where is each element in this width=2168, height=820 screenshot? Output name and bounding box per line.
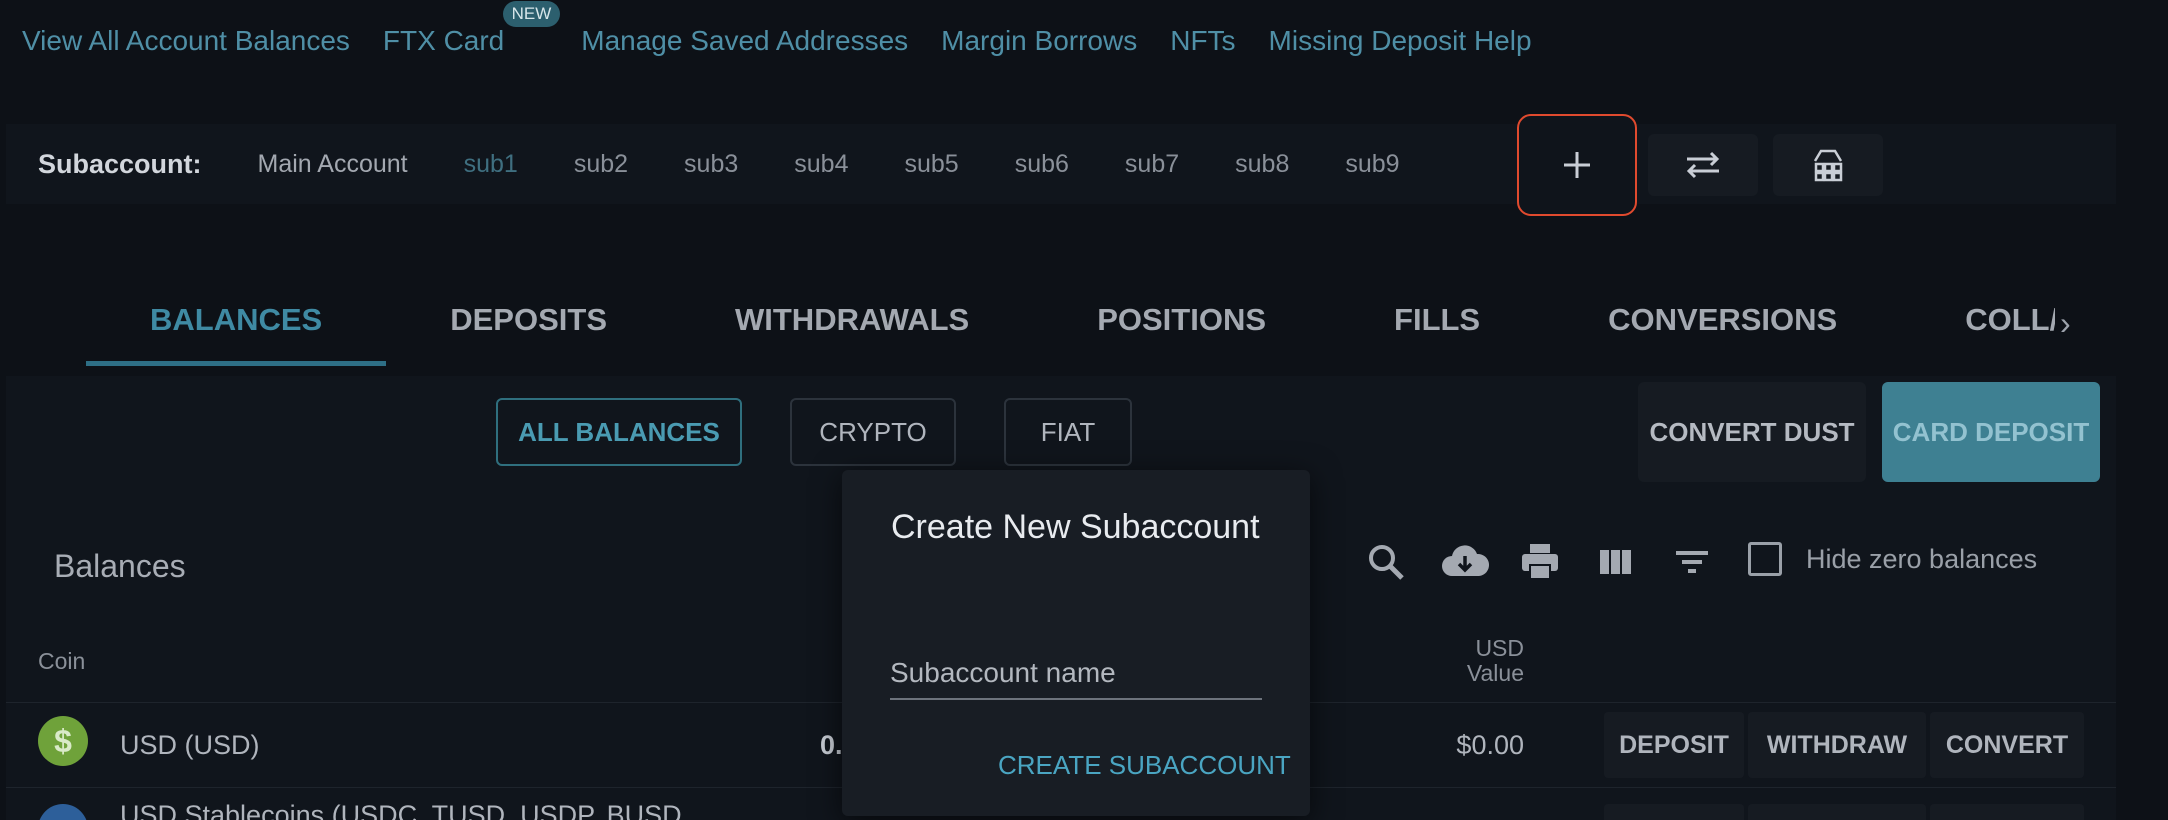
withdraw-button[interactable]: WITHDRAW xyxy=(1748,712,1926,778)
deposit-button[interactable] xyxy=(1604,804,1744,820)
subaccount-sub1[interactable]: sub1 xyxy=(464,150,518,179)
deposit-button[interactable]: DEPOSIT xyxy=(1604,712,1744,778)
swap-arrows-icon xyxy=(1686,151,1720,179)
filter-fiat[interactable]: FIAT xyxy=(1004,398,1132,466)
print-icon[interactable] xyxy=(1518,540,1562,584)
tab-deposits[interactable]: DEPOSITS xyxy=(450,290,607,366)
transfer-button[interactable] xyxy=(1648,134,1758,196)
subaccount-sub3[interactable]: sub3 xyxy=(684,150,738,179)
subaccount-sub5[interactable]: sub5 xyxy=(904,150,958,179)
chevron-right-icon[interactable]: › xyxy=(2060,305,2071,342)
search-icon[interactable] xyxy=(1364,540,1408,584)
tab-bar: BALANCES DEPOSITS WITHDRAWALS POSITIONS … xyxy=(86,290,2075,366)
tab-positions[interactable]: POSITIONS xyxy=(1097,290,1266,366)
coin-name: USD Stablecoins (USDC, TUSD, USDP, BUSD xyxy=(120,800,682,820)
balances-title: Balances xyxy=(54,548,186,584)
new-badge: NEW xyxy=(502,1,561,27)
subaccount-name-input[interactable] xyxy=(890,648,1262,700)
link-ftx-card-label: FTX Card xyxy=(382,25,505,56)
dollar-coin-icon: $ xyxy=(38,716,88,766)
column-coin[interactable]: Coin xyxy=(38,648,85,675)
subaccount-sub9[interactable]: sub9 xyxy=(1345,150,1399,179)
filter-all-balances[interactable]: ALL BALANCES xyxy=(496,398,742,466)
filter-icon[interactable] xyxy=(1670,540,1714,584)
tab-balances[interactable]: BALANCES xyxy=(86,290,387,366)
subaccount-settings-button[interactable] xyxy=(1773,134,1883,196)
column-usd-value-line2: Value xyxy=(1466,660,1524,686)
convert-button[interactable] xyxy=(1930,804,2084,820)
link-manage-saved-addresses[interactable]: Manage Saved Addresses xyxy=(581,25,908,57)
link-ftx-card[interactable]: FTX Card NEW xyxy=(382,1,561,57)
piggy-bank-icon xyxy=(1813,149,1843,182)
subaccount-sub7[interactable]: sub7 xyxy=(1125,150,1179,179)
add-subaccount-button[interactable] xyxy=(1517,114,1637,216)
link-nfts[interactable]: NFTs xyxy=(1170,25,1235,57)
subaccount-sub8[interactable]: sub8 xyxy=(1235,150,1289,179)
column-usd-value[interactable]: USD Value xyxy=(1440,636,1524,686)
link-margin-borrows[interactable]: Margin Borrows xyxy=(941,25,1137,57)
coin-amount: 0. xyxy=(820,730,843,760)
hide-zero-checkbox[interactable] xyxy=(1748,542,1782,576)
subaccount-label: Subaccount: xyxy=(38,148,202,179)
subaccount-main[interactable]: Main Account xyxy=(258,150,408,179)
subaccount-sub4[interactable]: sub4 xyxy=(794,150,848,179)
tab-conversions[interactable]: CONVERSIONS xyxy=(1608,290,1837,366)
column-usd-value-line1: USD xyxy=(1475,635,1524,661)
convert-dust-button[interactable]: CONVERT DUST xyxy=(1638,382,1866,482)
convert-button[interactable]: CONVERT xyxy=(1930,712,2084,778)
coin-name: USD (USD) xyxy=(120,730,260,760)
top-links: View All Account Balances FTX Card NEW M… xyxy=(22,1,1532,62)
tab-collateral[interactable]: COLL/ xyxy=(1965,290,2055,366)
create-subaccount-button[interactable]: CREATE SUBACCOUNT xyxy=(998,750,1291,781)
hide-zero-label: Hide zero balances xyxy=(1806,544,2038,574)
coin-usd-value: $0.00 xyxy=(1456,730,1524,760)
card-deposit-button[interactable]: CARD DEPOSIT xyxy=(1882,382,2100,482)
plus-icon xyxy=(1564,152,1590,178)
cloud-download-icon[interactable] xyxy=(1440,540,1490,584)
tab-fills[interactable]: FILLS xyxy=(1394,290,1480,366)
link-view-all-balances[interactable]: View All Account Balances xyxy=(22,25,350,57)
tab-withdrawals[interactable]: WITHDRAWALS xyxy=(735,290,969,366)
filter-crypto[interactable]: CRYPTO xyxy=(790,398,956,466)
subaccount-sub6[interactable]: sub6 xyxy=(1015,150,1069,179)
dialog-title: Create New Subaccount xyxy=(891,508,1260,546)
subaccount-sub2[interactable]: sub2 xyxy=(574,150,628,179)
withdraw-button[interactable] xyxy=(1748,804,1926,820)
columns-icon[interactable] xyxy=(1594,540,1638,584)
link-missing-deposit-help[interactable]: Missing Deposit Help xyxy=(1269,25,1532,57)
